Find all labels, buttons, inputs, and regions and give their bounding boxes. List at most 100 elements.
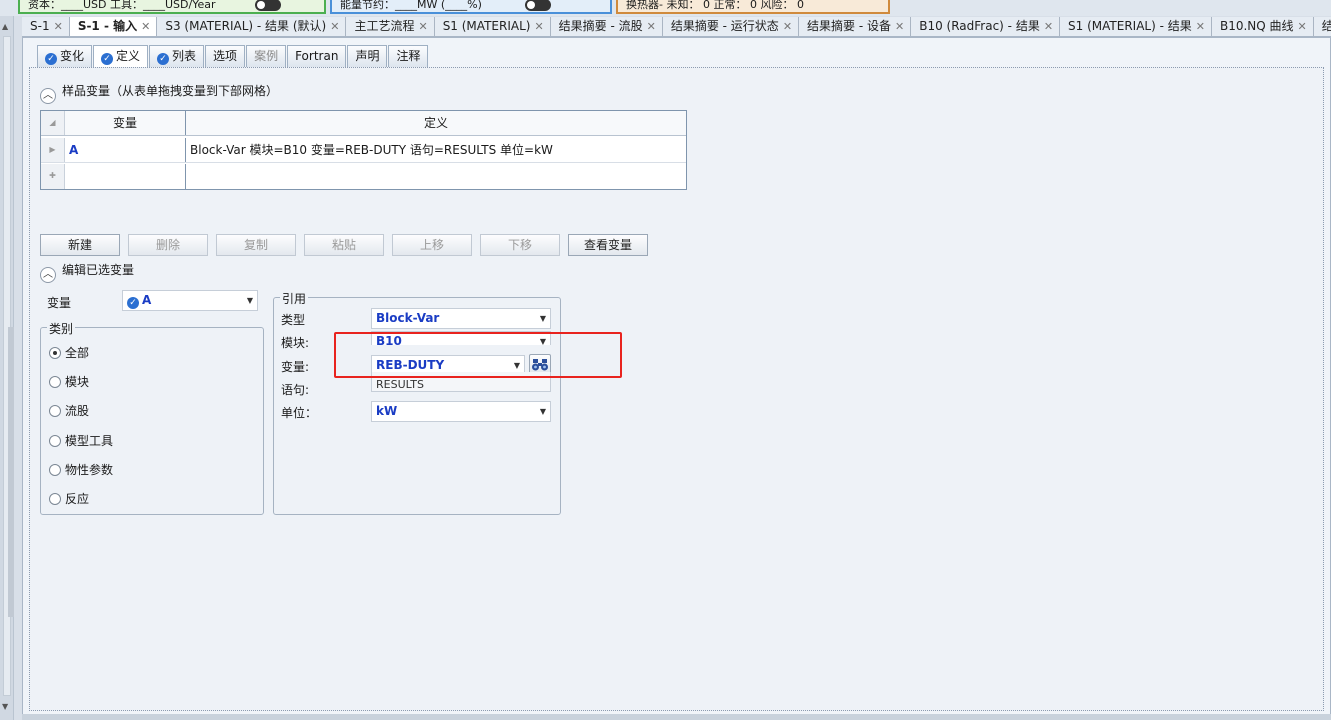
form-sub-tabs: ✓ 变化 ✓ 定义 ✓ 列表 选项 案例 Fortran 声明 注释	[37, 45, 429, 67]
radio-stream[interactable]: 流股	[49, 402, 89, 419]
doc-tab[interactable]: S-1 ✕	[22, 17, 70, 36]
doc-tab[interactable]: 主工艺流程 ✕	[346, 17, 435, 36]
grid-button-row: 新建 删除 复制 粘贴 上移 下移 查看变量	[40, 234, 656, 256]
units-select-value: kW	[376, 404, 398, 418]
cell-variable[interactable]: A	[65, 138, 186, 162]
delete-button[interactable]: 删除	[128, 234, 208, 256]
move-down-button[interactable]: 下移	[480, 234, 560, 256]
close-icon[interactable]: ✕	[783, 20, 792, 33]
close-icon[interactable]: ✕	[418, 20, 427, 33]
sub-tab[interactable]: 声明	[347, 45, 388, 67]
type-select-value: Block-Var	[376, 311, 440, 325]
sentence-field[interactable]: RESULTS	[371, 372, 551, 392]
doc-tab[interactable]: 结果摘要 - 流股 ✕	[550, 17, 663, 36]
sub-tab[interactable]: Fortran	[287, 45, 347, 67]
close-icon[interactable]: ✕	[330, 20, 339, 33]
collapse-icon[interactable]: ︿	[40, 88, 56, 104]
new-row[interactable]: ✚	[41, 164, 686, 189]
sub-tab[interactable]: ✓ 变化	[37, 45, 93, 67]
left-scrollbar[interactable]: ▲ ▼	[0, 16, 14, 720]
scroll-down-icon[interactable]: ▼	[2, 702, 8, 711]
cell-new-variable[interactable]	[65, 164, 186, 189]
move-up-button[interactable]: 上移	[392, 234, 472, 256]
scroll-thumb[interactable]	[8, 327, 14, 617]
doc-tab[interactable]: B10.NQ 曲线 ✕	[1211, 17, 1314, 36]
doc-tab[interactable]: S3 (MATERIAL) - 结果 (默认) ✕	[157, 17, 347, 36]
close-icon[interactable]: ✕	[1298, 20, 1307, 33]
sample-variable-grid[interactable]: ◢ 变量 定义 ▶ A Block-Var 模块=B10 变量=REB-DUTY…	[40, 110, 687, 190]
doc-tab[interactable]: 结果摘要 - 设备 ✕	[799, 17, 912, 36]
check-icon: ✓	[157, 53, 170, 65]
cell-definition[interactable]: Block-Var 模块=B10 变量=REB-DUTY 语句=RESULTS …	[186, 138, 686, 162]
radio-label: 流股	[65, 404, 90, 418]
radio-icon[interactable]	[49, 464, 61, 476]
close-icon[interactable]: ✕	[534, 20, 543, 33]
sub-tab[interactable]: 注释	[388, 45, 429, 67]
cost-summary: 资本：____USD 工具：____USD/Year	[18, 0, 326, 14]
check-icon: ✓	[101, 53, 114, 65]
view-variable-button[interactable]: 查看变量	[568, 234, 648, 256]
close-icon[interactable]: ✕	[895, 20, 904, 33]
collapse-icon[interactable]: ︿	[40, 267, 56, 283]
scroll-up-icon[interactable]: ▲	[2, 22, 8, 31]
cost-toggle[interactable]	[255, 0, 281, 11]
type-select[interactable]: Block-Var ▼	[371, 308, 551, 329]
input-form-panel: ✓ 变化 ✓ 定义 ✓ 列表 选项 案例 Fortran 声明 注释 ︿ 样品变量（从表单拖拽变量到下…	[22, 37, 1331, 715]
variable-select-value: A	[142, 293, 152, 307]
dropdown-arrow-icon[interactable]: ▼	[247, 291, 253, 310]
sub-tab[interactable]: 案例	[246, 45, 287, 67]
radio-model-utility[interactable]: 模型工具	[49, 432, 113, 449]
variable-select[interactable]: ✓ A ▼	[122, 290, 258, 311]
table-row[interactable]: ▶ A Block-Var 模块=B10 变量=REB-DUTY 语句=RESU…	[41, 138, 686, 163]
doc-tab[interactable]: B10 (RadFrac) - 结果 ✕	[911, 17, 1061, 36]
dropdown-arrow-icon[interactable]: ▼	[540, 402, 546, 421]
column-header-variable[interactable]: 变量	[65, 111, 186, 135]
scroll-track[interactable]	[3, 36, 14, 696]
new-button[interactable]: 新建	[40, 234, 120, 256]
sub-tab[interactable]: ✓ 定义	[93, 45, 149, 67]
sub-tab[interactable]: ✓ 列表	[149, 45, 205, 67]
sub-tab[interactable]: 选项	[205, 45, 246, 67]
radio-all[interactable]: 全部	[49, 344, 89, 361]
copy-button[interactable]: 复制	[216, 234, 296, 256]
paste-button[interactable]: 粘贴	[304, 234, 384, 256]
dropdown-arrow-icon[interactable]: ▼	[540, 309, 546, 328]
radio-icon[interactable]	[49, 435, 61, 447]
grid-corner: ◢	[41, 111, 65, 135]
doc-tab[interactable]: S-1 - 输入 ✕	[69, 17, 158, 36]
radio-icon[interactable]	[49, 405, 61, 417]
doc-tab-label: S-1 - 输入	[77, 19, 138, 33]
block-select[interactable]: B10 ▼	[371, 331, 551, 345]
doc-tab[interactable]: S1 (MATERIAL) ✕	[434, 17, 551, 36]
dropdown-arrow-icon[interactable]: ▼	[540, 332, 546, 345]
close-icon[interactable]: ✕	[1196, 20, 1205, 33]
doc-tab[interactable]: S1 (MATERIAL) - 结果 ✕	[1060, 17, 1212, 36]
radio-label: 模块	[65, 375, 90, 389]
sub-tab-label: 声明	[355, 49, 380, 63]
close-icon[interactable]: ✕	[1044, 20, 1053, 33]
sub-tab-label: Fortran	[295, 49, 339, 63]
sample-section-header[interactable]: ︿ 样品变量（从表单拖拽变量到下部网格）	[40, 82, 278, 104]
energy-toggle[interactable]	[525, 0, 552, 11]
energy-summary: 能量节约：____MW (____%)	[330, 0, 612, 14]
radio-reaction[interactable]: 反应	[49, 490, 89, 507]
sub-tab-label: 注释	[396, 49, 421, 63]
column-header-definition[interactable]: 定义	[186, 111, 686, 135]
energy-text: 能量节约：____MW (____%)	[340, 0, 482, 11]
radio-icon[interactable]	[49, 376, 61, 388]
radio-block[interactable]: 模块	[49, 373, 89, 390]
doc-tab[interactable]: 结果摘要✕	[1313, 17, 1331, 36]
close-icon[interactable]: ✕	[647, 20, 656, 33]
doc-tab-label: 结果摘要 - 设备	[807, 19, 891, 33]
radio-icon[interactable]	[49, 347, 61, 359]
edit-section-header[interactable]: ︿ 编辑已选变量	[40, 261, 134, 283]
doc-tab[interactable]: 结果摘要 - 运行状态 ✕	[662, 17, 800, 36]
cell-new-definition[interactable]	[186, 164, 686, 189]
close-icon[interactable]: ✕	[54, 20, 63, 33]
doc-tab-label: 结果摘要 - 流股	[558, 19, 643, 33]
units-select[interactable]: kW ▼	[371, 401, 551, 422]
radio-icon[interactable]	[49, 493, 61, 505]
radio-property-params[interactable]: 物性参数	[49, 461, 113, 478]
doc-tab-label: S3 (MATERIAL) - 结果 (默认)	[165, 19, 327, 33]
close-icon[interactable]: ✕	[141, 20, 150, 33]
